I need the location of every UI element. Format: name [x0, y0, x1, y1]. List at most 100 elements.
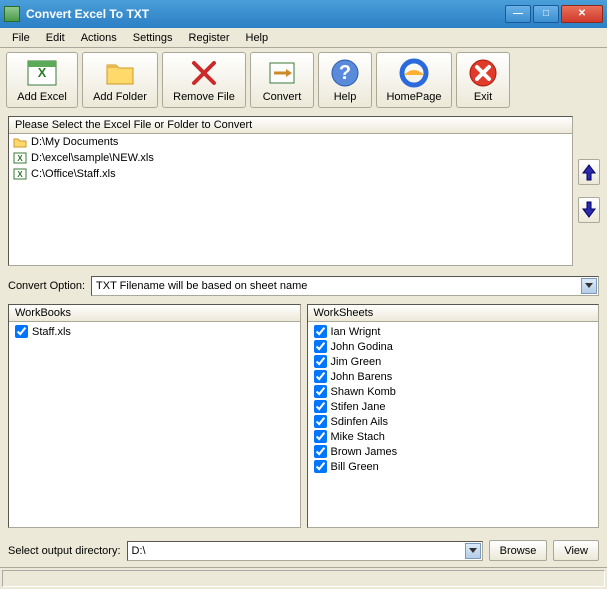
worksheet-checkbox[interactable]: [314, 355, 327, 368]
menu-edit[interactable]: Edit: [38, 30, 73, 46]
worksheets-panel: WorkSheets Ian Wrignt John Godina Jim Gree…: [307, 304, 600, 528]
close-button[interactable]: ✕: [561, 5, 603, 23]
toolbar-homepage-button[interactable]: HomePage: [376, 52, 452, 108]
worksheet-item[interactable]: John Godina: [310, 339, 597, 354]
output-dir-combo[interactable]: D:\: [127, 541, 483, 561]
titlebar: Convert Excel To TXT — □ ✕: [0, 0, 607, 28]
file-item[interactable]: X D:\excel\sample\NEW.xls: [9, 150, 572, 166]
worksheet-item[interactable]: Bill Green: [310, 459, 597, 474]
toolbar-remove-file-button[interactable]: Remove File: [162, 52, 246, 108]
excel-icon: X: [13, 167, 27, 181]
worksheet-item[interactable]: Mike Stach: [310, 429, 597, 444]
menu-register[interactable]: Register: [181, 30, 238, 46]
menu-actions[interactable]: Actions: [73, 30, 125, 46]
worksheet-name: Bill Green: [331, 461, 379, 473]
worksheet-name: Ian Wrignt: [331, 326, 381, 338]
worksheet-item[interactable]: Stifen Jane: [310, 399, 597, 414]
file-item[interactable]: D:\My Documents: [9, 134, 572, 150]
browse-button[interactable]: Browse: [489, 540, 548, 561]
worksheet-item[interactable]: Sdinfen Ails: [310, 414, 597, 429]
statusbar: [0, 567, 607, 589]
toolbar-label: HomePage: [386, 91, 441, 103]
worksheet-item[interactable]: John Barens: [310, 369, 597, 384]
worksheet-item[interactable]: Jim Green: [310, 354, 597, 369]
menu-help[interactable]: Help: [238, 30, 277, 46]
worksheet-name: Brown James: [331, 446, 398, 458]
convert-icon: [266, 57, 298, 89]
toolbar-label: Convert: [263, 91, 302, 103]
file-path: C:\Office\Staff.xls: [31, 168, 116, 180]
worksheet-item[interactable]: Ian Wrignt: [310, 324, 597, 339]
menu-file[interactable]: File: [4, 30, 38, 46]
worksheet-checkbox[interactable]: [314, 430, 327, 443]
view-button[interactable]: View: [553, 540, 599, 561]
toolbar-label: Add Folder: [93, 91, 147, 103]
worksheet-checkbox[interactable]: [314, 400, 327, 413]
convert-option-value: TXT Filename will be based on sheet name: [96, 280, 307, 292]
convert-option-combo[interactable]: TXT Filename will be based on sheet name: [91, 276, 599, 296]
worksheet-name: Sdinfen Ails: [331, 416, 388, 428]
move-up-button[interactable]: [578, 159, 600, 185]
toolbar-exit-button[interactable]: Exit: [456, 52, 510, 108]
worksheet-checkbox[interactable]: [314, 340, 327, 353]
excel-icon: X: [13, 151, 27, 165]
worksheet-item[interactable]: Shawn Komb: [310, 384, 597, 399]
toolbar-add-folder-button[interactable]: Add Folder: [82, 52, 158, 108]
worksheet-name: Stifen Jane: [331, 401, 386, 413]
worksheet-item[interactable]: Brown James: [310, 444, 597, 459]
maximize-button[interactable]: □: [533, 5, 559, 23]
svg-text:X: X: [17, 154, 23, 163]
file-item[interactable]: X C:\Office\Staff.xls: [9, 166, 572, 182]
arrow-up-icon: [582, 163, 596, 181]
minimize-button[interactable]: —: [505, 5, 531, 23]
worksheet-checkbox[interactable]: [314, 370, 327, 383]
file-path: D:\excel\sample\NEW.xls: [31, 152, 154, 164]
worksheet-checkbox[interactable]: [314, 415, 327, 428]
worksheet-name: Jim Green: [331, 356, 382, 368]
workbooks-list[interactable]: Staff.xls: [9, 322, 300, 527]
help-icon: ?: [329, 57, 361, 89]
remove-icon: [188, 57, 220, 89]
worksheets-list[interactable]: Ian Wrignt John Godina Jim Green John Baren…: [308, 322, 599, 527]
worksheet-checkbox[interactable]: [314, 325, 327, 338]
file-list-panel[interactable]: Please Select the Excel File or Folder t…: [8, 116, 573, 266]
workbooks-header: WorkBooks: [9, 305, 300, 322]
menu-settings[interactable]: Settings: [125, 30, 181, 46]
excel-icon: X: [26, 57, 58, 89]
folder-icon: [13, 135, 27, 149]
chevron-down-icon[interactable]: [465, 543, 481, 559]
convert-option-label: Convert Option:: [8, 280, 85, 292]
toolbar-label: Exit: [474, 91, 492, 103]
toolbar-label: Help: [334, 91, 357, 103]
file-list-header: Please Select the Excel File or Folder t…: [9, 117, 572, 134]
exit-icon: [467, 57, 499, 89]
toolbar-add-excel-button[interactable]: X Add Excel: [6, 52, 78, 108]
output-dir-label: Select output directory:: [8, 545, 121, 557]
worksheet-name: John Barens: [331, 371, 393, 383]
workbook-name: Staff.xls: [32, 326, 71, 338]
toolbar-label: Remove File: [173, 91, 235, 103]
menubar: FileEditActionsSettingsRegisterHelp: [0, 28, 607, 48]
worksheets-header: WorkSheets: [308, 305, 599, 322]
worksheet-checkbox[interactable]: [314, 460, 327, 473]
svg-text:X: X: [17, 170, 23, 179]
app-icon: [4, 6, 20, 22]
folder-icon: [104, 57, 136, 89]
worksheet-checkbox[interactable]: [314, 445, 327, 458]
toolbar: X Add Excel Add Folder Remove File Convert? H…: [0, 48, 607, 110]
worksheet-name: Mike Stach: [331, 431, 385, 443]
worksheet-name: John Godina: [331, 341, 393, 353]
ie-icon: [398, 57, 430, 89]
workbook-checkbox[interactable]: [15, 325, 28, 338]
chevron-down-icon[interactable]: [581, 278, 597, 294]
toolbar-help-button[interactable]: ? Help: [318, 52, 372, 108]
worksheet-checkbox[interactable]: [314, 385, 327, 398]
workbooks-panel: WorkBooks Staff.xls: [8, 304, 301, 528]
window-title: Convert Excel To TXT: [26, 7, 149, 21]
output-dir-value: D:\: [132, 545, 146, 557]
toolbar-convert-button[interactable]: Convert: [250, 52, 314, 108]
worksheet-name: Shawn Komb: [331, 386, 396, 398]
workbook-item[interactable]: Staff.xls: [11, 324, 298, 339]
move-down-button[interactable]: [578, 197, 600, 223]
toolbar-label: Add Excel: [17, 91, 67, 103]
